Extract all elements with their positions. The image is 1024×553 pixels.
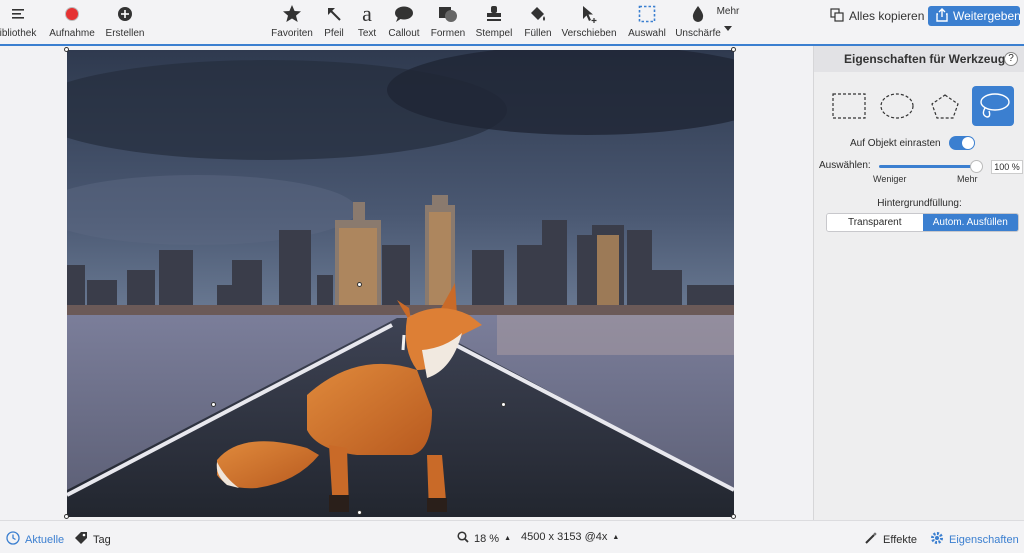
tool-move[interactable]: Verschieben (561, 0, 617, 44)
canvas-handle[interactable] (731, 47, 736, 52)
chevron-up-icon: ▲ (504, 535, 512, 542)
snap-to-object-row: Auf Objekt einrasten (850, 136, 975, 150)
stamp-icon (485, 0, 503, 28)
share-label: Weitergeben (953, 9, 1021, 23)
arrow-icon (325, 0, 343, 28)
tool-shapes[interactable]: Formen (430, 0, 466, 44)
star-icon (282, 0, 302, 28)
edited-image[interactable] (67, 50, 734, 517)
bg-auto-fill-option[interactable]: Autom. Ausfüllen (922, 214, 1018, 231)
tool-stamp[interactable]: Stempel (475, 0, 513, 44)
zoom-control[interactable]: 18 % ▲ (457, 531, 511, 546)
tool-stamp-label: Stempel (475, 28, 513, 39)
add-icon (117, 0, 133, 28)
menu-icon (10, 0, 26, 28)
properties-label: Eigenschaften (949, 533, 1019, 546)
transform-handle[interactable] (211, 402, 216, 407)
help-button[interactable]: ? (1004, 52, 1018, 66)
properties-button[interactable]: Eigenschaften (930, 531, 1019, 548)
record-icon (64, 0, 80, 28)
tool-text-label: Text (357, 28, 377, 39)
selection-shape-picker (828, 86, 1014, 126)
snap-label: Auf Objekt einrasten (850, 137, 941, 149)
record-label: Aufnahme (49, 28, 95, 39)
transform-handle[interactable] (357, 282, 362, 287)
zoom-icon (457, 531, 469, 546)
select-label: Auswählen: (819, 160, 871, 171)
gear-icon (930, 531, 944, 548)
copy-icon (830, 7, 844, 25)
more-tools-button[interactable]: Mehr (714, 0, 742, 44)
lasso-select-icon[interactable] (972, 86, 1014, 126)
tag-icon (74, 531, 88, 548)
canvas-handle[interactable] (64, 514, 69, 519)
share-icon (936, 7, 948, 25)
tag-button[interactable]: Tag (74, 531, 111, 548)
magic-wand-icon (864, 531, 878, 548)
slider-knob[interactable] (970, 160, 983, 173)
ellipse-select-icon[interactable] (876, 86, 918, 126)
transform-handle[interactable] (357, 510, 362, 515)
recent-button[interactable]: Aktuelle (6, 531, 64, 548)
tool-arrow[interactable]: Pfeil (320, 0, 348, 44)
chevron-down-icon (724, 19, 732, 37)
selection-slider[interactable] (879, 165, 977, 168)
tool-fill-label: Füllen (524, 28, 552, 39)
tool-shapes-label: Formen (430, 28, 466, 39)
recent-label: Aktuelle (25, 533, 65, 546)
snap-toggle[interactable] (948, 136, 975, 150)
panel-title: Eigenschaften für Werkzeuge (814, 46, 1024, 72)
copy-all-label: Alles kopieren (849, 9, 925, 23)
move-icon (580, 0, 598, 28)
tool-selection-label: Auswahl (628, 28, 666, 39)
create-button[interactable]: Erstellen (103, 0, 147, 44)
zoom-value: 18 % (474, 532, 500, 545)
tool-callout[interactable]: Callout (387, 0, 421, 44)
status-bar: Aktuelle Tag 18 % ▲ 4500 x 3153 @4x ▲ Ef… (0, 520, 1024, 553)
chevron-up-icon: ▲ (612, 533, 620, 541)
share-button[interactable]: Weitergeben (928, 6, 1021, 26)
selection-icon (638, 0, 656, 28)
fill-icon (528, 0, 548, 28)
create-label: Erstellen (105, 28, 145, 39)
rectangle-select-icon[interactable] (828, 86, 870, 126)
callout-icon (394, 0, 414, 28)
selection-strength-row: Auswählen: 100 % (819, 160, 1023, 176)
blur-icon (691, 0, 705, 28)
effects-button[interactable]: Effekte (864, 531, 917, 548)
editor-canvas[interactable] (0, 46, 813, 520)
effects-label: Effekte (883, 533, 918, 546)
clock-icon (6, 531, 20, 548)
image-dimensions: 4500 x 3153 @4x (521, 531, 608, 543)
tool-selection[interactable]: Auswahl (627, 0, 667, 44)
less-label: Weniger (873, 174, 907, 184)
library-label: ibliothek (0, 28, 37, 39)
more-label: Mehr (957, 174, 978, 184)
tool-favorites[interactable]: Favoriten (270, 0, 314, 44)
tool-fill[interactable]: Füllen (522, 0, 554, 44)
shapes-icon (438, 0, 458, 28)
tool-properties-panel: Eigenschaften für Werkzeuge ? Auf Objekt… (813, 46, 1024, 520)
selection-value-field[interactable]: 100 % (991, 160, 1023, 174)
canvas-handle[interactable] (64, 47, 69, 52)
background-fill-label: Hintergrundfüllung: (877, 198, 962, 209)
canvas-handle[interactable] (731, 514, 736, 519)
tool-arrow-label: Pfeil (324, 28, 344, 39)
text-icon: a (362, 1, 372, 26)
tool-move-label: Verschieben (561, 28, 617, 39)
more-label: Mehr (716, 6, 740, 17)
record-button[interactable]: Aufnahme (48, 0, 96, 44)
tag-label: Tag (93, 533, 111, 546)
copy-all-button[interactable]: Alles kopieren (830, 6, 924, 26)
main-toolbar: ibliothek Aufnahme Erstellen Favoriten P… (0, 0, 1024, 46)
bg-transparent-option[interactable]: Transparent (827, 214, 923, 231)
polygon-select-icon[interactable] (924, 86, 966, 126)
transform-handle[interactable] (501, 402, 506, 407)
image-size-control[interactable]: 4500 x 3153 @4x ▲ (521, 531, 619, 543)
tool-favorites-label: Favoriten (271, 28, 313, 39)
tool-text[interactable]: a Text (354, 0, 380, 44)
library-button[interactable]: ibliothek (0, 0, 40, 44)
background-fill-control: Transparent Autom. Ausfüllen (826, 213, 1019, 232)
tool-callout-label: Callout (388, 28, 420, 39)
